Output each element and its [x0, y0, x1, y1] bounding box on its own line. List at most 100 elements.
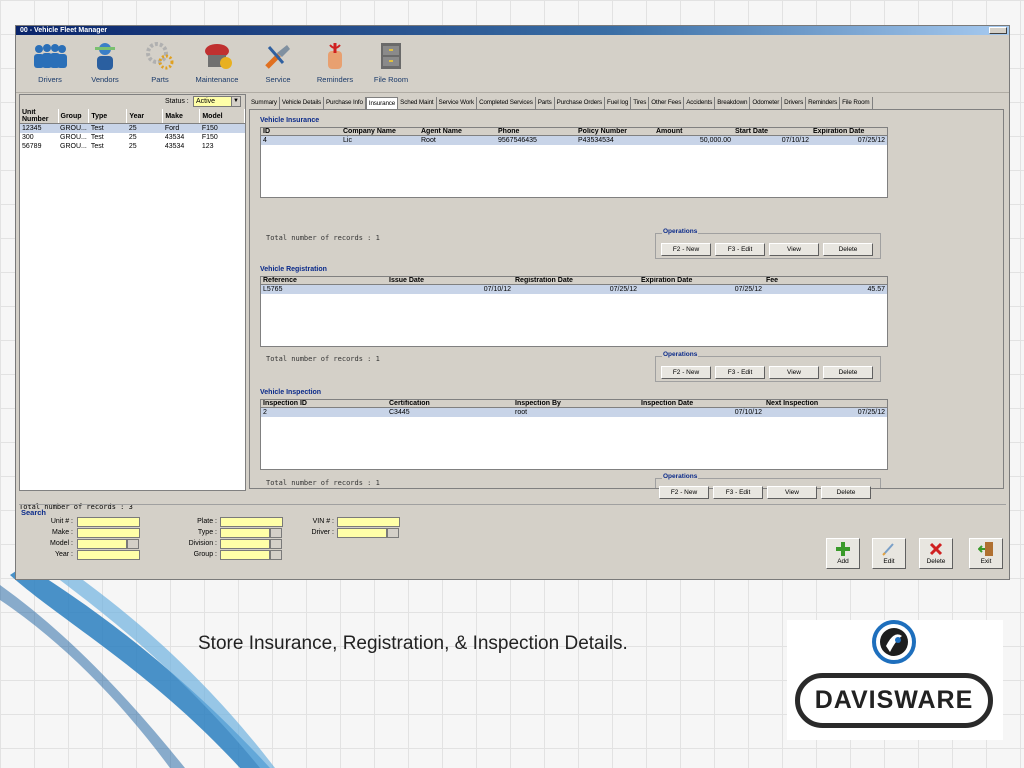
- column-issue-date[interactable]: Issue Date: [387, 277, 513, 285]
- insurance-view-button[interactable]: View: [769, 243, 819, 256]
- group-lookup-button[interactable]: [270, 550, 282, 560]
- column-inspection-date[interactable]: Inspection Date: [639, 400, 764, 408]
- column-start-date[interactable]: Start Date: [733, 128, 811, 136]
- registration-delete-button[interactable]: Delete: [823, 366, 873, 379]
- table-row[interactable]: 12345 GROU... Test 25 Ford F150: [20, 123, 245, 133]
- slide-caption: Store Insurance, Registration, & Inspect…: [198, 633, 628, 654]
- table-row[interactable]: 4 Lic Root 9567546435 P43534534 50,000.0…: [261, 135, 887, 145]
- model-lookup-button[interactable]: [127, 539, 139, 549]
- column-expiration-date[interactable]: Expiration Date: [811, 128, 887, 136]
- tab-tires[interactable]: Tires: [631, 97, 650, 109]
- tab-sched-maint[interactable]: Sched Maint: [398, 97, 437, 109]
- window-controls[interactable]: [989, 27, 1007, 34]
- tab-other-fees[interactable]: Other Fees: [649, 97, 685, 109]
- tab-bar: Summary Vehicle Details Purchase Info In…: [249, 97, 1009, 109]
- column-inspection-id[interactable]: Inspection ID: [261, 400, 387, 408]
- model-input[interactable]: [77, 539, 127, 549]
- unit-number-input[interactable]: [77, 517, 140, 527]
- table-row[interactable]: 2 C3445 root 07/10/12 07/25/12: [261, 407, 887, 417]
- tab-drivers[interactable]: Drivers: [782, 97, 807, 109]
- column-agent-name[interactable]: Agent Name: [419, 128, 496, 136]
- registration-section-title: Vehicle Registration: [260, 266, 327, 273]
- type-lookup-button[interactable]: [270, 528, 282, 538]
- toolbar-maintenance-button[interactable]: Maintenance: [188, 41, 246, 91]
- insurance-tab-content: Vehicle Insurance ID Company Name Agent …: [249, 109, 1004, 489]
- column-company-name[interactable]: Company Name: [341, 128, 419, 136]
- tab-reminders[interactable]: Reminders: [806, 97, 841, 109]
- status-select[interactable]: Active ▼: [193, 96, 241, 107]
- driver-label: Driver :: [311, 529, 334, 536]
- division-label: Division :: [188, 540, 217, 547]
- edit-button[interactable]: Edit: [872, 538, 906, 569]
- inspection-view-button[interactable]: View: [767, 486, 817, 499]
- tab-accidents[interactable]: Accidents: [684, 97, 716, 109]
- registration-new-button[interactable]: F2 - New: [661, 366, 711, 379]
- inspection-delete-button[interactable]: Delete: [821, 486, 871, 499]
- tab-odometer[interactable]: Odometer: [750, 97, 783, 109]
- delete-button[interactable]: Delete: [919, 538, 953, 569]
- column-group[interactable]: Group: [58, 109, 90, 124]
- vin-input[interactable]: [337, 517, 400, 527]
- tab-vehicle-details[interactable]: Vehicle Details: [280, 97, 324, 109]
- column-fee[interactable]: Fee: [764, 277, 887, 285]
- table-row[interactable]: L5765 07/10/12 07/25/12 07/25/12 45.57: [261, 284, 887, 294]
- registration-view-button[interactable]: View: [769, 366, 819, 379]
- inspection-new-button[interactable]: F2 - New: [659, 486, 709, 499]
- tab-service-work[interactable]: Service Work: [437, 97, 478, 109]
- inspection-edit-button[interactable]: F3 - Edit: [713, 486, 763, 499]
- column-make[interactable]: Make: [162, 109, 201, 124]
- tab-file-room[interactable]: File Room: [840, 97, 873, 109]
- column-policy-number[interactable]: Policy Number: [576, 128, 654, 136]
- close-icon: [920, 539, 952, 558]
- chevron-down-icon: ▼: [231, 97, 240, 106]
- insurance-edit-button[interactable]: F3 - Edit: [715, 243, 765, 256]
- group-input[interactable]: [220, 550, 270, 560]
- column-inspection-by[interactable]: Inspection By: [513, 400, 639, 408]
- toolbar-reminders-button[interactable]: Reminders: [306, 41, 364, 91]
- column-unit-number[interactable]: Unit Number: [20, 109, 59, 124]
- table-row[interactable]: 56789 GROU... Test 25 43534 123: [20, 142, 245, 151]
- toolbar-parts-button[interactable]: Parts: [131, 41, 189, 91]
- tab-completed-services[interactable]: Completed Services: [477, 97, 536, 109]
- tab-fuel-log[interactable]: Fuel log: [605, 97, 632, 109]
- search-title: Search: [21, 508, 47, 517]
- add-button[interactable]: Add: [826, 538, 860, 569]
- toolbar-drivers-button[interactable]: Drivers: [21, 41, 79, 91]
- year-input[interactable]: [77, 550, 140, 560]
- registration-operations: Operations F2 - New F3 - Edit View Delet…: [655, 351, 881, 382]
- tab-breakdown[interactable]: Breakdown: [715, 97, 751, 109]
- division-lookup-button[interactable]: [270, 539, 282, 549]
- registration-edit-button[interactable]: F3 - Edit: [715, 366, 765, 379]
- table-row[interactable]: 300 GROU... Test 25 43534 F150: [20, 133, 245, 142]
- column-model[interactable]: Model: [199, 109, 245, 124]
- plate-input[interactable]: [220, 517, 283, 527]
- toolbar-service-button[interactable]: Service: [249, 41, 307, 91]
- column-amount[interactable]: Amount: [654, 128, 733, 136]
- insurance-new-button[interactable]: F2 - New: [661, 243, 711, 256]
- driver-lookup-button[interactable]: [387, 528, 399, 538]
- column-registration-date[interactable]: Registration Date: [513, 277, 639, 285]
- drivers-icon: [33, 41, 67, 71]
- division-input[interactable]: [220, 539, 270, 549]
- column-reference[interactable]: Reference: [261, 277, 387, 285]
- column-phone[interactable]: Phone: [496, 128, 576, 136]
- insurance-delete-button[interactable]: Delete: [823, 243, 873, 256]
- make-input[interactable]: [77, 528, 140, 538]
- tab-parts[interactable]: Parts: [536, 97, 555, 109]
- tab-purchase-orders[interactable]: Purchase Orders: [555, 97, 606, 109]
- type-input[interactable]: [220, 528, 270, 538]
- column-expiration-date[interactable]: Expiration Date: [639, 277, 764, 285]
- driver-input[interactable]: [337, 528, 387, 538]
- tab-purchase-info[interactable]: Purchase Info: [324, 97, 366, 109]
- column-type[interactable]: Type: [88, 109, 128, 124]
- column-certification[interactable]: Certification: [387, 400, 513, 408]
- reminders-icon: [318, 41, 352, 71]
- toolbar-file-room-button[interactable]: File Room: [362, 41, 420, 91]
- column-next-inspection[interactable]: Next Inspection: [764, 400, 887, 408]
- tab-summary[interactable]: Summary: [249, 97, 280, 109]
- toolbar-vendors-button[interactable]: Vendors: [76, 41, 134, 91]
- column-year[interactable]: Year: [126, 109, 164, 124]
- tab-insurance[interactable]: Insurance: [365, 97, 399, 109]
- exit-button[interactable]: Exit: [969, 538, 1003, 569]
- column-id[interactable]: ID: [261, 128, 341, 136]
